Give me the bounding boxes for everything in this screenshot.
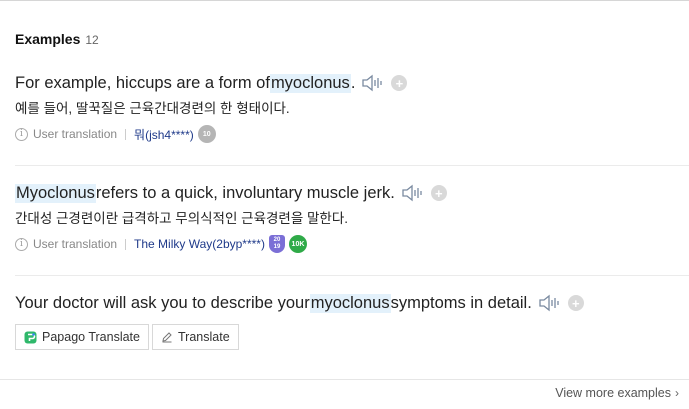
top-divider	[0, 0, 689, 1]
add-to-wordbook-icon[interactable]: +	[430, 185, 447, 201]
keyword-highlight[interactable]: Myoclonus	[15, 183, 96, 203]
example-sentence: For example, hiccups are a form of myocl…	[15, 71, 689, 95]
example-translation: 간대성 근경련이란 급격하고 무의식적인 근육경련을 말한다.	[15, 211, 349, 226]
speaker-icon[interactable]	[538, 294, 560, 312]
year-badge: 20 19	[268, 235, 285, 253]
translation-meta: i User translation The Milky Way(2byp***…	[15, 235, 689, 253]
level-badge: 10K	[288, 235, 307, 253]
papago-translate-label: Papago Translate	[42, 330, 140, 344]
chevron-right-icon: ›	[675, 386, 679, 400]
view-more-examples-link[interactable]: View more examples ›	[555, 386, 679, 400]
add-to-wordbook-icon[interactable]: +	[567, 295, 584, 311]
example-divider	[15, 165, 689, 166]
examples-header: Examples 12	[15, 31, 99, 49]
section-title: Examples	[15, 31, 81, 47]
meta-separator	[125, 238, 127, 250]
pencil-icon	[162, 332, 172, 343]
example-sentence: Your doctor will ask you to describe you…	[15, 291, 689, 315]
speaker-icon[interactable]	[361, 74, 383, 92]
examples-count: 12	[85, 33, 99, 47]
translate-button[interactable]: Translate	[152, 324, 239, 350]
sentence-text: For example, hiccups are a form of	[15, 73, 270, 92]
info-icon[interactable]: i	[15, 237, 28, 251]
example-item: For example, hiccups are a form of myocl…	[15, 71, 689, 143]
translate-label: Translate	[178, 330, 230, 344]
meta-separator	[125, 128, 127, 140]
view-more-label: View more examples	[555, 386, 671, 400]
example-translation: 예를 들어, 딸꾹질은 근육간대경련의 한 형태이다.	[15, 101, 290, 116]
meta-label: User translation	[33, 237, 118, 251]
example-item: Your doctor will ask you to describe you…	[15, 291, 689, 315]
meta-label: User translation	[33, 127, 118, 141]
translator-link[interactable]: The Milky Way(2byp****)	[134, 237, 265, 251]
level-badge: 10	[197, 125, 216, 143]
papago-icon	[24, 331, 37, 343]
speaker-icon[interactable]	[401, 184, 423, 202]
sentence-text: refers to a quick, involuntary muscle je…	[95, 183, 395, 202]
keyword-highlight[interactable]: myoclonus	[309, 293, 391, 313]
info-icon[interactable]: i	[15, 127, 28, 141]
example-item: Myoclonus refers to a quick, involuntary…	[15, 181, 689, 253]
translate-actions: Papago Translate Translate	[15, 324, 242, 350]
translation-meta: i User translation 뭐(jsh4****) 10	[15, 125, 689, 143]
add-to-wordbook-icon[interactable]: +	[391, 75, 408, 91]
translator-link[interactable]: 뭐(jsh4****)	[134, 126, 194, 143]
papago-translate-button[interactable]: Papago Translate	[15, 324, 149, 350]
sentence-text: symptoms in detail.	[390, 293, 532, 312]
example-sentence: Myoclonus refers to a quick, involuntary…	[15, 181, 689, 205]
example-divider	[15, 275, 689, 276]
sentence-text: Your doctor will ask you to describe you…	[15, 293, 310, 312]
keyword-highlight[interactable]: myoclonus	[269, 73, 351, 93]
sentence-text: .	[350, 73, 356, 92]
footer-divider	[0, 379, 689, 380]
